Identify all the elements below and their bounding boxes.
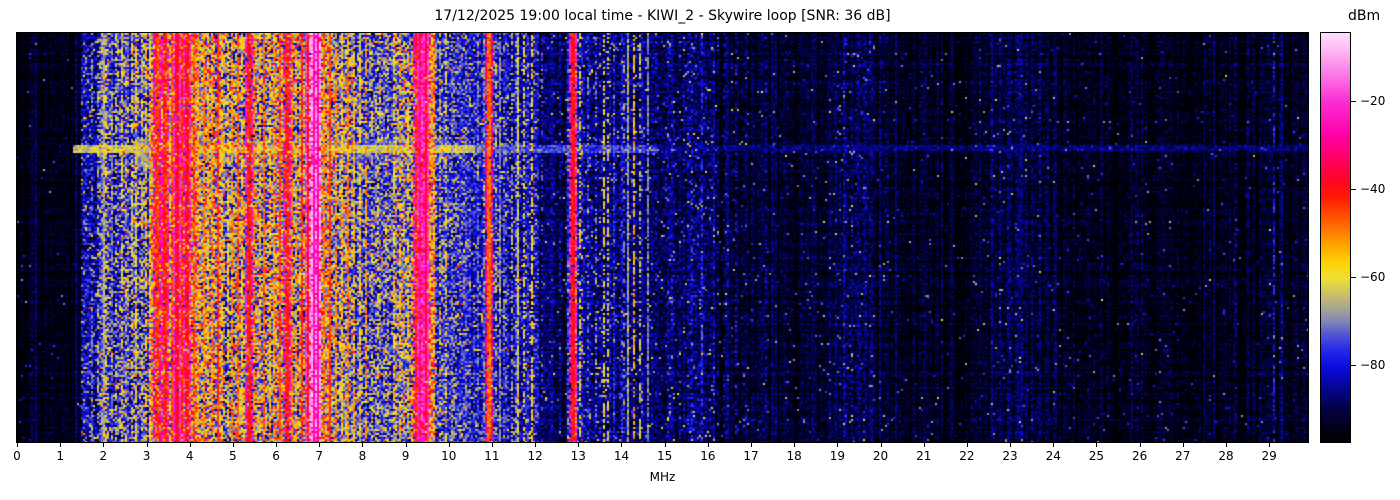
x-axis-tick [146,443,148,447]
x-axis-tick-label: 21 [916,449,932,463]
x-axis-label: MHz [649,470,676,484]
x-axis-tick-label: 22 [959,449,975,463]
x-axis-tick [578,443,580,447]
x-axis-tick-label: 25 [1088,449,1105,463]
x-axis-tick [707,443,709,447]
x-axis-tick [1225,443,1227,447]
x-axis-tick [966,443,968,447]
x-axis-tick [664,443,666,447]
x-axis-tick [189,443,191,447]
spectrogram-plot-area [16,32,1309,443]
x-axis-tick [232,443,234,447]
spectrogram-figure: 17/12/2025 19:00 local time - KIWI_2 - S… [0,0,1400,500]
x-axis-tick-label: 4 [185,449,194,463]
x-axis-tick [405,443,407,447]
colorbar-tick-label: −80 [1360,358,1386,373]
x-axis-tick [276,443,278,447]
x-axis-tick-label: 24 [1045,449,1061,463]
x-axis-tick [1139,443,1141,447]
x-axis-tick [1010,443,1012,447]
x-axis-tick-label: 10 [441,449,457,463]
x-axis-tick [794,443,796,447]
colorbar-tick [1351,365,1356,367]
colorbar-unit-label: dBm [1348,8,1381,24]
x-axis-tick [491,443,493,447]
x-axis-tick [1269,443,1271,447]
x-axis-tick [103,443,105,447]
x-axis-tick [923,443,925,447]
colorbar-tick-label: −20 [1360,94,1386,109]
x-axis-tick-label: 16 [700,449,716,463]
x-axis-tick [17,443,18,447]
x-axis-tick-label: 11 [484,449,500,463]
x-axis-tick [880,443,882,447]
x-axis-tick-label: 20 [872,449,889,463]
x-axis-tick [448,443,450,447]
x-axis-tick-label: 13 [570,449,586,463]
colorbar-tick [1351,277,1356,279]
x-axis-tick [837,443,839,447]
x-axis-tick-label: 3 [142,449,151,463]
x-axis-tick-label: 6 [272,449,280,463]
x-axis-tick [751,443,752,447]
x-axis-tick-label: 29 [1261,449,1277,463]
x-axis-tick-label: 9 [401,449,410,463]
x-axis-tick-label: 15 [657,449,673,463]
colorbar-tick-label: −40 [1360,182,1386,197]
x-axis-tick-label: 28 [1218,449,1234,463]
x-axis-tick [1096,443,1098,447]
x-axis-tick-label: 1 [56,449,64,463]
colorbar-tick [1351,101,1356,103]
x-axis-tick-label: 5 [229,449,237,463]
x-axis-tick-label: 26 [1131,449,1148,463]
x-axis-tick [362,443,364,447]
x-axis-tick-label: 23 [1002,449,1018,463]
x-axis-tick-label: 12 [527,449,543,463]
x-axis-tick [60,443,62,447]
x-axis-tick [535,443,537,447]
x-axis-tick-label: 19 [829,449,845,463]
x-axis-tick-label: 27 [1175,449,1191,463]
x-axis-tick-label: 2 [99,449,108,463]
colorbar [1320,32,1351,443]
spectrogram-canvas [17,33,1308,442]
x-axis-tick [1053,443,1055,447]
colorbar-gradient [1321,33,1350,442]
x-axis-tick-label: 7 [315,449,324,463]
colorbar-tick [1351,189,1356,191]
x-axis-tick-label: 18 [786,449,802,463]
x-axis-tick [1182,443,1184,447]
plot-title: 17/12/2025 19:00 local time - KIWI_2 - S… [434,8,891,24]
x-axis-tick-label: 8 [358,449,367,463]
x-axis-tick-label: 14 [613,449,630,463]
x-axis-tick-label: 17 [743,449,759,463]
x-axis-tick [319,443,321,447]
x-axis-tick [621,443,623,447]
x-axis-tick-label: 0 [13,449,21,463]
colorbar-tick-label: −60 [1360,270,1386,285]
